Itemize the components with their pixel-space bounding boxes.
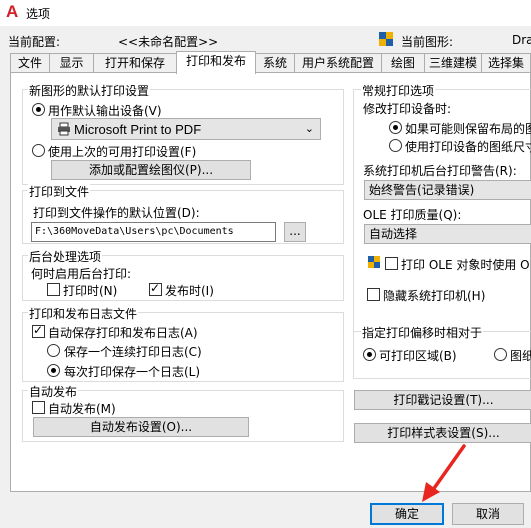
- annotation-arrow-icon: [422, 444, 466, 502]
- continuous-log-radio[interactable]: [47, 344, 60, 357]
- plot-location-label: 打印到文件操作的默认位置(D):: [33, 206, 200, 220]
- autopublish-settings-button[interactable]: 自动发布设置(O)...: [33, 417, 249, 437]
- current-drawing-label: 当前图形:: [401, 35, 454, 49]
- use-device-size-radio[interactable]: [389, 139, 402, 152]
- add-plotter-button[interactable]: 添加或配置绘图仪(P)...: [51, 160, 251, 180]
- default-plot-title: 新图形的默认打印设置: [28, 82, 151, 99]
- current-profile-label: 当前配置:: [8, 35, 61, 49]
- tab-strip: 文件 显示 打开和保存 打印和发布 系统 用户系统配置 绘图 三维建模 选择集: [10, 51, 531, 74]
- keep-layout-size-label: 如果可能则保留布局的图: [405, 122, 531, 136]
- log-title: 打印和发布日志文件: [28, 305, 139, 322]
- continuous-log-label: 保存一个连续打印日志(C): [64, 345, 202, 359]
- use-default-device-label: 用作默认输出设备(V): [48, 104, 162, 118]
- background-when-label: 何时启用后台打印:: [31, 267, 132, 281]
- cancel-button[interactable]: 取消: [452, 503, 524, 525]
- background-publishing-label: 发布时(I): [165, 284, 214, 298]
- per-plot-log-radio[interactable]: [47, 364, 60, 377]
- background-plotting-checkbox[interactable]: [47, 283, 60, 296]
- app-logo-icon: A: [6, 2, 19, 21]
- paper-edge-label: 图纸: [510, 349, 531, 363]
- output-device-value: Microsoft Print to PDF: [74, 122, 202, 137]
- drawing-icon: [378, 31, 394, 47]
- tab-drafting[interactable]: 绘图: [381, 53, 425, 73]
- ole-quality-label: OLE 打印质量(Q):: [363, 208, 462, 222]
- current-drawing-value: Dra: [512, 33, 531, 47]
- tab-system[interactable]: 系统: [255, 53, 295, 73]
- current-profile-value: <<未命名配置>>: [118, 35, 219, 49]
- use-device-size-label: 使用打印设备的图纸尺寸: [405, 140, 531, 154]
- autopublish-checkbox[interactable]: [32, 401, 45, 414]
- auto-save-log-label: 自动保存打印和发布日志(A): [48, 326, 198, 340]
- tab-selection[interactable]: 选择集: [481, 53, 531, 73]
- ole-plot-checkbox[interactable]: [385, 257, 398, 270]
- output-device-select[interactable]: Microsoft Print to PDF ⌄: [51, 118, 321, 140]
- ole-quality-select[interactable]: 自动选择: [364, 224, 531, 244]
- plot-style-table-button[interactable]: 打印样式表设置(S)...: [354, 423, 531, 443]
- tab-user-preferences[interactable]: 用户系统配置: [294, 53, 382, 73]
- ok-button[interactable]: 确定: [370, 503, 444, 525]
- ole-icon: [367, 255, 381, 269]
- offset-title: 指定打印偏移时相对于: [361, 324, 484, 341]
- background-plotting-label: 打印时(N): [63, 284, 118, 298]
- general-title: 常规打印选项: [361, 82, 436, 99]
- chevron-down-icon: ⌄: [304, 122, 314, 135]
- spool-alert-label: 系统打印机后台打印警告(R):: [363, 164, 517, 178]
- use-last-settings-radio[interactable]: [32, 144, 45, 157]
- hide-printers-label: 隐藏系统打印机(H): [383, 289, 486, 303]
- profile-bar: 当前配置: <<未命名配置>> 当前图形: Dra: [0, 26, 531, 54]
- keep-layout-size-radio[interactable]: [389, 121, 402, 134]
- title-bar: A 选项: [0, 0, 531, 26]
- tab-panel: 新图形的默认打印设置 用作默认输出设备(V) Microsoft Print t…: [10, 72, 531, 492]
- plot-to-file-title: 打印到文件: [28, 183, 91, 200]
- use-default-device-radio[interactable]: [32, 103, 45, 116]
- plot-location-input[interactable]: F:\360MoveData\Users\pc\Documents: [31, 222, 276, 242]
- plot-stamp-button[interactable]: 打印戳记设置(T)...: [354, 390, 531, 410]
- printable-area-label: 可打印区域(B): [379, 349, 457, 363]
- tab-files[interactable]: 文件: [10, 53, 50, 73]
- tab-plot-publish[interactable]: 打印和发布: [176, 51, 256, 74]
- browse-button[interactable]: ...: [284, 222, 306, 242]
- window-title: 选项: [26, 7, 51, 21]
- tab-open-save[interactable]: 打开和保存: [93, 53, 177, 73]
- background-publishing-checkbox[interactable]: [149, 281, 162, 296]
- printable-area-radio[interactable]: [363, 348, 376, 361]
- printer-icon: [57, 122, 71, 136]
- use-last-settings-label: 使用上次的可用打印设置(F): [48, 145, 197, 159]
- ole-plot-label: 打印 OLE 对象时使用 O: [401, 258, 530, 272]
- background-title: 后台处理选项: [28, 248, 103, 265]
- paper-edge-radio[interactable]: [494, 348, 507, 361]
- autopublish-label: 自动发布(M): [48, 402, 116, 416]
- tab-3d-modeling[interactable]: 三维建模: [424, 53, 482, 73]
- spool-alert-select[interactable]: 始终警告(记录错误): [364, 180, 531, 200]
- when-changing-label: 修改打印设备时:: [363, 102, 452, 116]
- per-plot-log-label: 每次打印保存一个日志(L): [64, 365, 201, 379]
- hide-printers-checkbox[interactable]: [367, 288, 380, 301]
- auto-save-log-checkbox[interactable]: [32, 323, 45, 338]
- tab-display[interactable]: 显示: [49, 53, 94, 73]
- autopublish-title: 自动发布: [28, 383, 79, 400]
